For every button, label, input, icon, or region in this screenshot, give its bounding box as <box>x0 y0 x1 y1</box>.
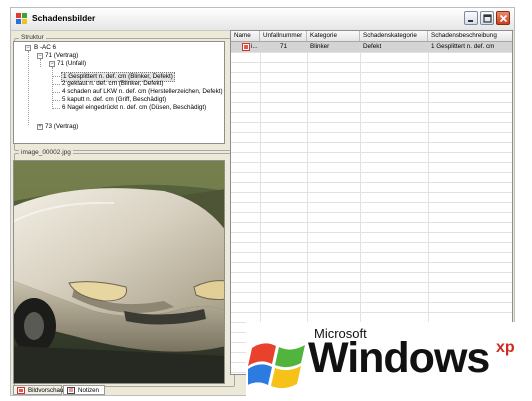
grid-row-line <box>231 122 512 123</box>
tree-collapse-toggle[interactable]: − <box>25 45 31 51</box>
maximize-button[interactable] <box>480 11 494 25</box>
grid-row-line <box>231 52 512 53</box>
grid-row-line <box>231 62 512 63</box>
tree-expand-toggle[interactable]: + <box>37 124 43 130</box>
cell-name: i... <box>231 42 260 52</box>
grid-row-line <box>231 242 512 243</box>
tree-node[interactable]: 4 schaden auf LKW n. def. cm (Hersteller… <box>62 88 223 96</box>
cell-kategorie: Blinker <box>310 43 330 50</box>
grid-row-line <box>231 72 512 73</box>
title-bar[interactable]: Schadensbilder <box>11 8 514 31</box>
grid-row-line <box>231 212 512 213</box>
tree-node[interactable]: 6 Nagel eingedrückt n. def. cm (Düsen, B… <box>62 104 206 112</box>
tree-node[interactable]: B -AC 6 <box>34 44 56 52</box>
cell-unfallnummer: 71 <box>279 43 287 50</box>
structure-tree[interactable]: − B -AC 6 − 71 (Vertrag) − 71 (Unfall) 1… <box>13 41 225 144</box>
image-preview <box>13 160 225 384</box>
logo-windows-text: Windows <box>308 334 490 382</box>
grid-row-line <box>231 192 512 193</box>
minimize-button[interactable] <box>464 11 478 25</box>
close-button[interactable] <box>496 11 510 25</box>
maximize-icon <box>483 14 492 23</box>
column-header-schadensbeschreibung[interactable]: Schadensbeschreibung <box>428 31 512 41</box>
tree-collapse-toggle[interactable]: − <box>49 61 55 67</box>
tab-notizen[interactable]: Notizen <box>63 385 105 395</box>
tab-label: Notizen <box>78 387 99 394</box>
grid-row-line <box>231 222 512 223</box>
grid-row-line <box>231 92 512 93</box>
grid-row-line <box>231 142 512 143</box>
windows-xp-logo: Microsoft Windows xp <box>246 322 532 401</box>
logo-xp-text: xp <box>496 339 515 356</box>
column-header-name[interactable]: Name <box>231 31 260 41</box>
image-file-icon <box>242 43 250 51</box>
tree-node[interactable]: 2 geklaut n. def. cm (Blinker, Defekt) <box>62 80 164 88</box>
grid-row-line <box>231 82 512 83</box>
column-header-schadenskategorie[interactable]: Schadenskategorie <box>360 31 428 41</box>
grid-row-line <box>231 302 512 303</box>
windows-flag-icon <box>248 343 305 389</box>
tree-node[interactable]: 5 kaputt n. def. cm (Griff, Beschädigt) <box>62 96 166 104</box>
window-title: Schadensbilder <box>32 13 96 23</box>
column-header-kategorie[interactable]: Kategorie <box>307 31 360 41</box>
table-row[interactable]: i... 71 Blinker Defekt 1 Gesplittert n. … <box>231 42 512 52</box>
grid-row-line <box>231 152 512 153</box>
tab-bildvorschau[interactable]: Bildvorschau <box>13 385 64 395</box>
grid-row-line <box>231 312 512 313</box>
minimize-icon <box>468 20 473 22</box>
column-header-unfallnummer[interactable]: Unfallnummer <box>260 31 307 41</box>
tree-node[interactable]: 71 (Vertrag) <box>45 52 78 60</box>
grid-row-line <box>231 252 512 253</box>
tree-collapse-toggle[interactable]: − <box>37 53 43 59</box>
cell-schadensbeschreibung: 1 Gesplittert n. def. cm <box>431 43 495 50</box>
tree-node[interactable]: 71 (Unfall) <box>57 60 86 68</box>
grid-row-line <box>231 202 512 203</box>
grid-row-line <box>231 282 512 283</box>
grid-row-line <box>231 182 512 183</box>
tab-label: Bildvorschau <box>28 387 64 394</box>
grid-row-line <box>231 272 512 273</box>
cell-schadenskategorie: Defekt <box>363 43 382 50</box>
grid-row-line <box>231 132 512 133</box>
grid-row-line <box>231 262 512 263</box>
notes-icon <box>67 387 75 394</box>
app-icon <box>16 13 27 24</box>
grid-row-line <box>231 112 512 113</box>
structure-legend: Struktur <box>19 34 46 41</box>
preview-legend: image_00002.jpg <box>19 149 73 156</box>
table-header: Name Unfallnummer Kategorie Schadenskate… <box>231 31 512 42</box>
grid-row-line <box>231 162 512 163</box>
grid-row-line <box>231 172 512 173</box>
tree-node[interactable]: 73 (Vertrag) <box>45 123 78 131</box>
grid-row-line <box>231 102 512 103</box>
grid-row-line <box>231 292 512 293</box>
car-photo <box>14 161 224 383</box>
grid-row-line <box>231 232 512 233</box>
image-file-icon <box>17 387 25 394</box>
close-icon <box>499 14 508 23</box>
